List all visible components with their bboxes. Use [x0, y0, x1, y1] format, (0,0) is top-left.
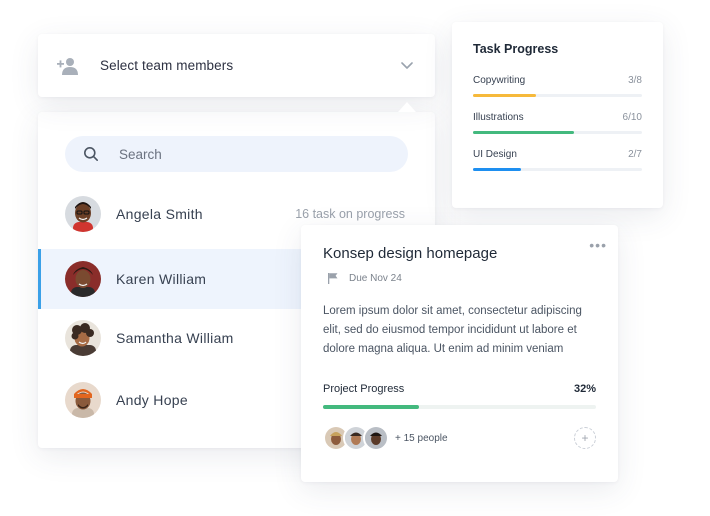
plus-icon[interactable]: +: [574, 427, 596, 449]
progress-track: [473, 131, 642, 134]
due-date-text: Due Nov 24: [349, 272, 402, 284]
chevron-down-icon[interactable]: [399, 58, 415, 74]
progress-fill: [473, 94, 537, 97]
task-title: Konsep design homepage: [323, 245, 498, 262]
dropdown-caret: [398, 102, 416, 112]
people-count: + 15 people: [395, 432, 448, 444]
select-label: Select team members: [100, 58, 234, 73]
due-date: Due Nov 24: [323, 272, 596, 284]
task-progress-card: Task Progress Copywriting 3/8 Illustrati…: [452, 22, 663, 208]
avatar: [65, 261, 101, 297]
task-label: Illustrations: [473, 112, 524, 123]
search-icon: [84, 147, 98, 161]
progress-fill: [473, 168, 522, 171]
task-count: 6/10: [622, 112, 642, 123]
progress-track: [473, 94, 642, 97]
stage: Angela Smith 16 task on progress Karen W…: [0, 0, 710, 516]
task-progress-title: Task Progress: [473, 42, 559, 56]
task-row-ui-design: UI Design 2/7: [473, 149, 642, 171]
flag-icon: [328, 273, 338, 284]
person-add-icon: [56, 55, 82, 77]
task-detail-card: ••• Konsep design homepage Due Nov 24 Lo…: [301, 225, 618, 482]
avatar: [65, 196, 101, 232]
search-input[interactable]: [119, 146, 369, 162]
project-progress-track: [323, 405, 596, 409]
project-progress-header: Project Progress 32%: [323, 383, 596, 395]
avatar: [65, 320, 101, 356]
project-progress-fill: [323, 405, 419, 409]
assigned-people: + 15 people +: [323, 425, 596, 451]
team-member-select[interactable]: Select team members: [38, 34, 435, 97]
task-label: Copywriting: [473, 75, 526, 86]
more-horizontal-icon[interactable]: •••: [589, 237, 607, 253]
task-row-copywriting: Copywriting 3/8: [473, 75, 642, 97]
member-task-count: 16 task on progress: [295, 207, 405, 221]
task-description: Lorem ipsum dolor sit amet, consectetur …: [323, 305, 582, 355]
search-bar[interactable]: [65, 136, 408, 172]
task-row-illustrations: Illustrations 6/10: [473, 112, 642, 134]
avatar: [363, 425, 389, 451]
task-count: 3/8: [628, 75, 642, 86]
project-progress-label: Project Progress: [323, 383, 405, 395]
progress-track: [473, 168, 642, 171]
project-progress-percent: 32%: [573, 383, 596, 395]
avatar: [65, 382, 101, 418]
task-label: UI Design: [473, 149, 517, 160]
task-count: 2/7: [628, 149, 642, 160]
progress-fill: [473, 131, 575, 134]
